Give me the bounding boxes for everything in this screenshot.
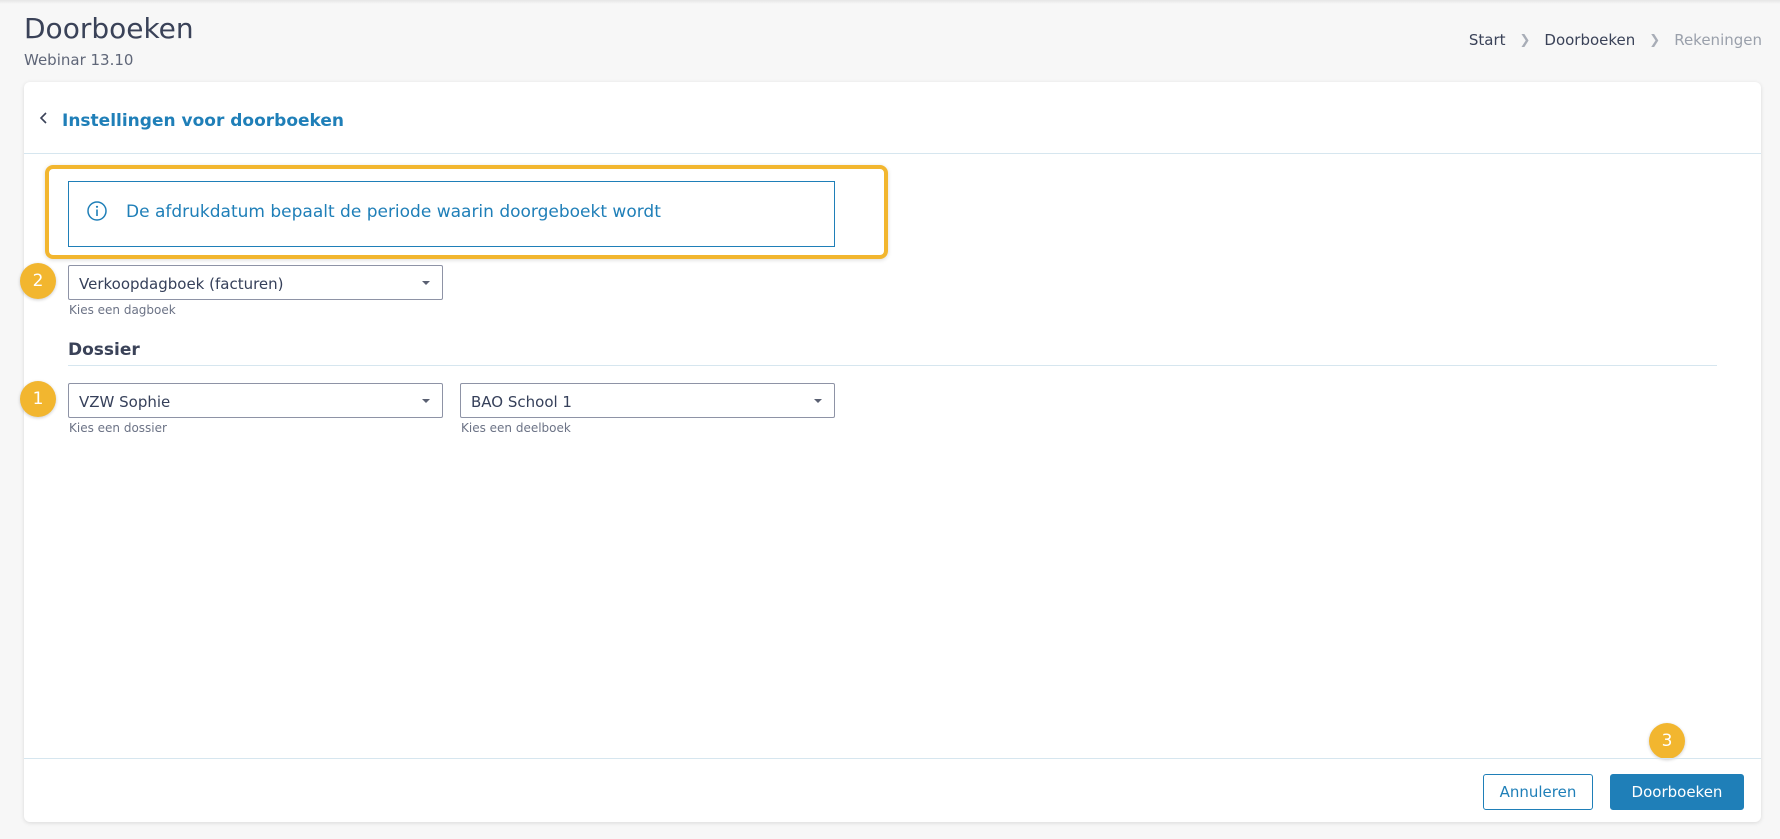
- breadcrumb: Start ❯ Doorboeken ❯ Rekeningen: [1469, 31, 1762, 49]
- card-header-title: Instellingen voor doorboeken: [62, 111, 345, 131]
- journal-select[interactable]: Verkoopdagboek (facturen): [68, 265, 443, 300]
- info-message: De afdrukdatum bepaalt de periode waarin…: [68, 181, 835, 247]
- page-title: Doorboeken: [24, 12, 194, 45]
- subledger-select[interactable]: BAO School 1: [460, 383, 835, 418]
- caret-down-icon: [814, 399, 822, 403]
- breadcrumb-item-rekeningen: Rekeningen: [1674, 31, 1762, 49]
- breadcrumb-item-doorboeken[interactable]: Doorboeken: [1544, 31, 1635, 49]
- step-badge-2: 2: [20, 263, 56, 299]
- step-badge-1: 1: [20, 381, 56, 417]
- journal-helper: Kies een dagboek: [69, 303, 176, 317]
- card-footer: Annuleren Doorboeken: [24, 758, 1761, 822]
- settings-card: Instellingen voor doorboeken De afdrukda…: [20, 82, 1761, 822]
- page-subtitle: Webinar 13.10: [24, 51, 134, 69]
- subledger-helper: Kies een deelboek: [461, 421, 571, 435]
- doorboeken-button[interactable]: Doorboeken: [1610, 774, 1744, 810]
- breadcrumb-item-start[interactable]: Start: [1469, 31, 1506, 49]
- dossier-helper: Kies een dossier: [69, 421, 167, 435]
- subledger-select-value: BAO School 1: [471, 393, 572, 411]
- chevron-left-icon[interactable]: [36, 109, 52, 127]
- chevron-right-icon: ❯: [1519, 32, 1531, 48]
- section-divider: [68, 365, 1717, 366]
- dossier-select-value: VZW Sophie: [79, 393, 171, 411]
- section-title-dossier: Dossier: [68, 340, 140, 360]
- card-header: Instellingen voor doorboeken: [24, 82, 1761, 154]
- caret-down-icon: [422, 281, 430, 285]
- info-text: De afdrukdatum bepaalt de periode waarin…: [126, 202, 661, 222]
- chevron-right-icon: ❯: [1649, 32, 1661, 48]
- cancel-button[interactable]: Annuleren: [1483, 774, 1593, 810]
- info-icon: [86, 200, 108, 222]
- dossier-select[interactable]: VZW Sophie: [68, 383, 443, 418]
- journal-select-value: Verkoopdagboek (facturen): [79, 275, 284, 293]
- step-badge-3: 3: [1649, 723, 1685, 759]
- top-shadow: [0, 0, 1780, 4]
- caret-down-icon: [422, 399, 430, 403]
